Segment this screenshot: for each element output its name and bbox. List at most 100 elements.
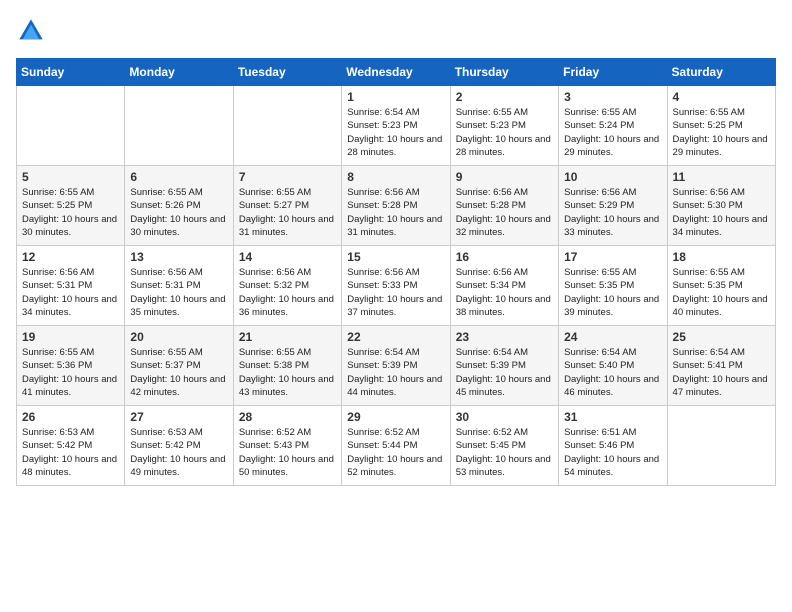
day-number: 27 xyxy=(130,410,227,424)
day-info: Sunrise: 6:56 AM Sunset: 5:32 PM Dayligh… xyxy=(239,266,336,319)
day-cell: 8 Sunrise: 6:56 AM Sunset: 5:28 PM Daylig… xyxy=(342,166,450,246)
day-header-sunday: Sunday xyxy=(17,59,125,86)
day-info: Sunrise: 6:55 AM Sunset: 5:27 PM Dayligh… xyxy=(239,186,336,239)
day-number: 18 xyxy=(673,250,770,264)
day-cell: 18Sunrise: 6:55 AM Sunset: 5:35 PM Dayli… xyxy=(667,246,775,326)
day-cell: 26 Sunrise: 6:53 AM Sunset: 5:42 PM Dayli… xyxy=(17,406,125,486)
day-number: 31 xyxy=(564,410,661,424)
day-info: Sunrise: 6:56 AM Sunset: 5:28 PM Dayligh… xyxy=(456,186,553,239)
day-cell: 13Sunrise: 6:56 AM Sunset: 5:31 PM Dayli… xyxy=(125,246,233,326)
day-number: 8 xyxy=(347,170,444,184)
week-row-3: 12 Sunrise: 6:56 AM Sunset: 5:31 PM Dayli… xyxy=(17,246,776,326)
day-info: Sunrise: 6:52 AM Sunset: 5:44 PM Dayligh… xyxy=(347,426,444,479)
day-cell: 30 Sunrise: 6:52 AM Sunset: 5:45 PM Dayli… xyxy=(450,406,558,486)
day-info: Sunrise: 6:56 AM Sunset: 5:30 PM Dayligh… xyxy=(673,186,770,239)
day-header-friday: Friday xyxy=(559,59,667,86)
day-number: 4 xyxy=(673,90,770,104)
page-header xyxy=(16,16,776,46)
day-cell xyxy=(17,86,125,166)
day-cell: 19 Sunrise: 6:55 AM Sunset: 5:36 PM Dayli… xyxy=(17,326,125,406)
day-number: 29 xyxy=(347,410,444,424)
day-number: 16 xyxy=(456,250,553,264)
day-cell xyxy=(125,86,233,166)
day-cell: 27 Sunrise: 6:53 AM Sunset: 5:42 PM Dayli… xyxy=(125,406,233,486)
day-info: Sunrise: 6:56 AM Sunset: 5:29 PM Dayligh… xyxy=(564,186,661,239)
day-cell: 31 Sunrise: 6:51 AM Sunset: 5:46 PM Dayli… xyxy=(559,406,667,486)
day-info: Sunrise: 6:56 AM Sunset: 5:33 PM Dayligh… xyxy=(347,266,444,319)
day-number: 22 xyxy=(347,330,444,344)
logo-icon xyxy=(16,16,46,46)
day-info: Sunrise: 6:55 AM Sunset: 5:37 PM Dayligh… xyxy=(130,346,227,399)
day-info: Sunrise: 6:53 AM Sunset: 5:42 PM Dayligh… xyxy=(130,426,227,479)
week-row-4: 19 Sunrise: 6:55 AM Sunset: 5:36 PM Dayli… xyxy=(17,326,776,406)
day-number: 3 xyxy=(564,90,661,104)
day-number: 2 xyxy=(456,90,553,104)
day-info: Sunrise: 6:56 AM Sunset: 5:34 PM Dayligh… xyxy=(456,266,553,319)
day-header-tuesday: Tuesday xyxy=(233,59,341,86)
day-number: 9 xyxy=(456,170,553,184)
day-info: Sunrise: 6:55 AM Sunset: 5:23 PM Dayligh… xyxy=(456,106,553,159)
day-number: 17 xyxy=(564,250,661,264)
day-info: Sunrise: 6:54 AM Sunset: 5:23 PM Dayligh… xyxy=(347,106,444,159)
day-cell: 17Sunrise: 6:55 AM Sunset: 5:35 PM Dayli… xyxy=(559,246,667,326)
day-cell: 7Sunrise: 6:55 AM Sunset: 5:27 PM Daylig… xyxy=(233,166,341,246)
day-info: Sunrise: 6:54 AM Sunset: 5:39 PM Dayligh… xyxy=(456,346,553,399)
day-info: Sunrise: 6:51 AM Sunset: 5:46 PM Dayligh… xyxy=(564,426,661,479)
week-row-2: 5Sunrise: 6:55 AM Sunset: 5:25 PM Daylig… xyxy=(17,166,776,246)
day-cell: 24 Sunrise: 6:54 AM Sunset: 5:40 PM Dayli… xyxy=(559,326,667,406)
day-number: 15 xyxy=(347,250,444,264)
logo xyxy=(16,16,50,46)
day-header-thursday: Thursday xyxy=(450,59,558,86)
day-number: 5 xyxy=(22,170,119,184)
day-cell xyxy=(667,406,775,486)
day-cell: 21 Sunrise: 6:55 AM Sunset: 5:38 PM Dayli… xyxy=(233,326,341,406)
day-cell: 29 Sunrise: 6:52 AM Sunset: 5:44 PM Dayli… xyxy=(342,406,450,486)
day-info: Sunrise: 6:56 AM Sunset: 5:31 PM Dayligh… xyxy=(22,266,119,319)
day-info: Sunrise: 6:56 AM Sunset: 5:28 PM Dayligh… xyxy=(347,186,444,239)
day-cell: 12 Sunrise: 6:56 AM Sunset: 5:31 PM Dayli… xyxy=(17,246,125,326)
day-info: Sunrise: 6:54 AM Sunset: 5:40 PM Dayligh… xyxy=(564,346,661,399)
day-cell: 15 Sunrise: 6:56 AM Sunset: 5:33 PM Dayli… xyxy=(342,246,450,326)
day-info: Sunrise: 6:55 AM Sunset: 5:24 PM Dayligh… xyxy=(564,106,661,159)
day-cell: 28 Sunrise: 6:52 AM Sunset: 5:43 PM Dayli… xyxy=(233,406,341,486)
days-header-row: SundayMondayTuesdayWednesdayThursdayFrid… xyxy=(17,59,776,86)
day-info: Sunrise: 6:55 AM Sunset: 5:26 PM Dayligh… xyxy=(130,186,227,239)
day-cell: 2 Sunrise: 6:55 AM Sunset: 5:23 PM Daylig… xyxy=(450,86,558,166)
day-info: Sunrise: 6:55 AM Sunset: 5:25 PM Dayligh… xyxy=(673,106,770,159)
day-info: Sunrise: 6:55 AM Sunset: 5:36 PM Dayligh… xyxy=(22,346,119,399)
day-cell: 5Sunrise: 6:55 AM Sunset: 5:25 PM Daylig… xyxy=(17,166,125,246)
day-number: 28 xyxy=(239,410,336,424)
day-header-saturday: Saturday xyxy=(667,59,775,86)
day-number: 30 xyxy=(456,410,553,424)
day-number: 12 xyxy=(22,250,119,264)
day-number: 23 xyxy=(456,330,553,344)
day-cell: 9 Sunrise: 6:56 AM Sunset: 5:28 PM Daylig… xyxy=(450,166,558,246)
day-number: 24 xyxy=(564,330,661,344)
day-info: Sunrise: 6:52 AM Sunset: 5:45 PM Dayligh… xyxy=(456,426,553,479)
day-number: 14 xyxy=(239,250,336,264)
day-cell: 25Sunrise: 6:54 AM Sunset: 5:41 PM Dayli… xyxy=(667,326,775,406)
day-cell: 6Sunrise: 6:55 AM Sunset: 5:26 PM Daylig… xyxy=(125,166,233,246)
day-info: Sunrise: 6:52 AM Sunset: 5:43 PM Dayligh… xyxy=(239,426,336,479)
calendar-table: SundayMondayTuesdayWednesdayThursdayFrid… xyxy=(16,58,776,486)
day-number: 10 xyxy=(564,170,661,184)
day-cell: 20 Sunrise: 6:55 AM Sunset: 5:37 PM Dayli… xyxy=(125,326,233,406)
week-row-1: 1Sunrise: 6:54 AM Sunset: 5:23 PM Daylig… xyxy=(17,86,776,166)
day-cell: 3 Sunrise: 6:55 AM Sunset: 5:24 PM Daylig… xyxy=(559,86,667,166)
day-number: 11 xyxy=(673,170,770,184)
day-info: Sunrise: 6:54 AM Sunset: 5:39 PM Dayligh… xyxy=(347,346,444,399)
week-row-5: 26 Sunrise: 6:53 AM Sunset: 5:42 PM Dayli… xyxy=(17,406,776,486)
day-number: 19 xyxy=(22,330,119,344)
day-number: 13 xyxy=(130,250,227,264)
day-info: Sunrise: 6:53 AM Sunset: 5:42 PM Dayligh… xyxy=(22,426,119,479)
day-number: 26 xyxy=(22,410,119,424)
day-cell: 22 Sunrise: 6:54 AM Sunset: 5:39 PM Dayli… xyxy=(342,326,450,406)
day-info: Sunrise: 6:55 AM Sunset: 5:38 PM Dayligh… xyxy=(239,346,336,399)
day-cell: 11 Sunrise: 6:56 AM Sunset: 5:30 PM Dayli… xyxy=(667,166,775,246)
day-header-wednesday: Wednesday xyxy=(342,59,450,86)
day-cell: 16 Sunrise: 6:56 AM Sunset: 5:34 PM Dayli… xyxy=(450,246,558,326)
day-cell: 1Sunrise: 6:54 AM Sunset: 5:23 PM Daylig… xyxy=(342,86,450,166)
day-cell: 4 Sunrise: 6:55 AM Sunset: 5:25 PM Daylig… xyxy=(667,86,775,166)
day-number: 21 xyxy=(239,330,336,344)
day-number: 20 xyxy=(130,330,227,344)
